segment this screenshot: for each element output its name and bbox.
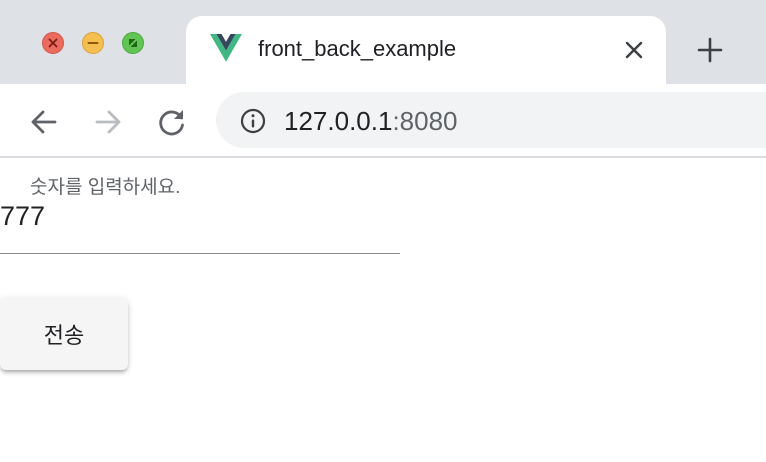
minimize-window-button[interactable] (82, 32, 104, 54)
arrow-left-icon[interactable] (28, 106, 60, 138)
url-text: 127.0.0.1:8080 (284, 106, 458, 137)
active-tab[interactable]: front_back_example (186, 16, 666, 84)
minimize-window-icon (87, 42, 99, 44)
plus-icon[interactable] (696, 36, 724, 64)
close-icon[interactable] (622, 38, 646, 62)
vue-logo-icon (210, 34, 242, 62)
reload-icon[interactable] (156, 106, 188, 138)
browser-toolbar: 127.0.0.1:8080 (0, 84, 766, 158)
info-icon[interactable] (240, 108, 266, 134)
page-content: 숫자를 입력하세요. 전송 (0, 158, 766, 462)
url-port: :8080 (392, 106, 458, 136)
maximize-window-button[interactable] (122, 32, 144, 54)
maximize-window-icon (129, 39, 137, 47)
close-window-icon (48, 38, 58, 48)
number-field-label: 숫자를 입력하세요. (30, 177, 181, 198)
arrow-right-icon[interactable] (92, 106, 124, 138)
tab-strip: front_back_example (0, 0, 766, 84)
address-bar[interactable]: 127.0.0.1:8080 (216, 92, 766, 148)
number-input[interactable] (0, 198, 400, 254)
submit-button[interactable]: 전송 (0, 298, 128, 370)
tab-title: front_back_example (258, 36, 457, 61)
url-host: 127.0.0.1 (284, 106, 393, 136)
browser-window: front_back_example 127.0.0.1:8080 숫자를 입력… (0, 0, 766, 462)
close-window-button[interactable] (42, 32, 64, 54)
